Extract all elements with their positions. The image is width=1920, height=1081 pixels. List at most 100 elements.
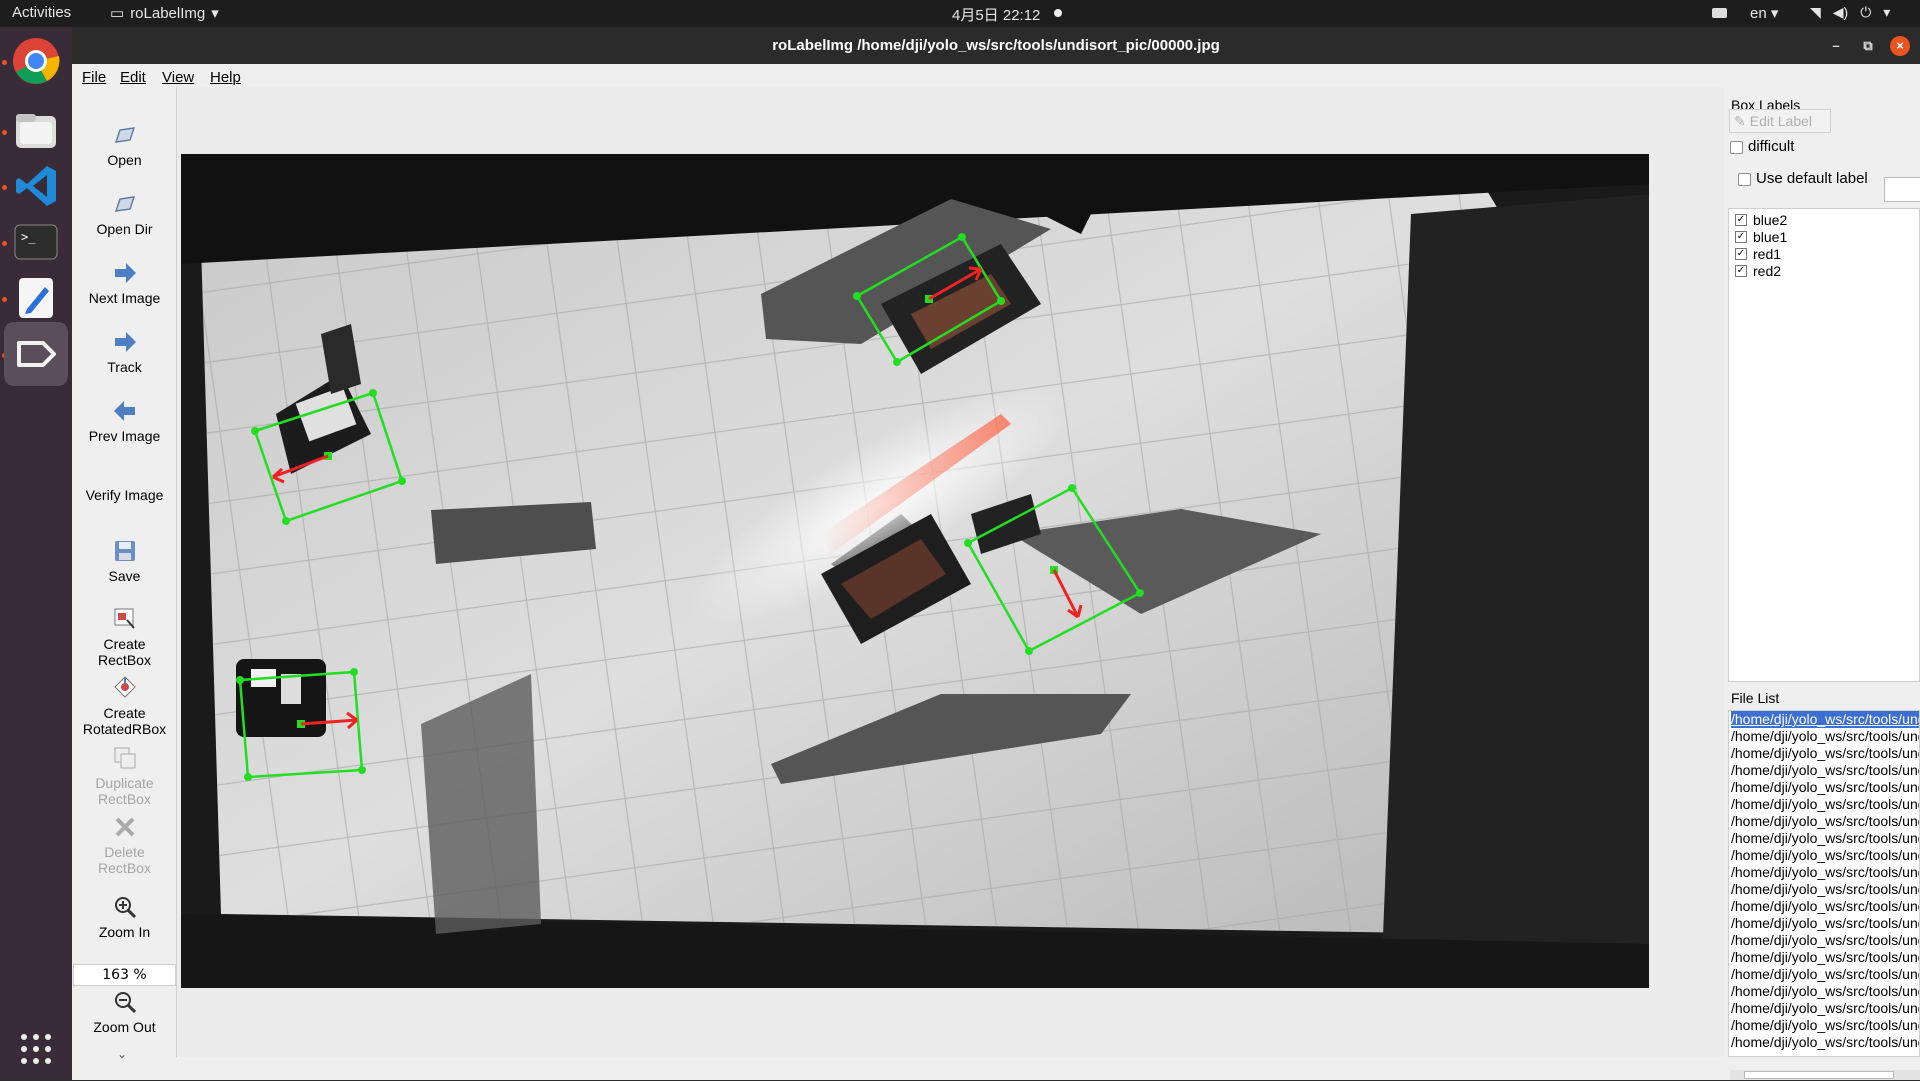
- use-default-label-checkbox[interactable]: [1738, 173, 1751, 186]
- label-item-red1[interactable]: ✓ red1: [1735, 245, 1781, 262]
- create-rectbox-button[interactable]: Create RectBox: [72, 606, 177, 668]
- file-item[interactable]: /home/dji/yolo_ws/src/tools/undiso: [1731, 932, 1919, 949]
- right-wall: [1381, 194, 1649, 988]
- label-item-red2[interactable]: ✓ red2: [1735, 262, 1781, 279]
- file-item[interactable]: /home/dji/yolo_ws/src/tools/undiso: [1731, 762, 1919, 779]
- zoom-in-button[interactable]: Zoom In: [72, 894, 177, 940]
- terminal-icon: >_: [14, 224, 58, 260]
- volume-icon: ◀): [1832, 4, 1849, 20]
- create-rotated-rbox-icon: [113, 676, 136, 698]
- file-item[interactable]: /home/dji/yolo_ws/src/tools/undiso: [1731, 745, 1919, 762]
- clock[interactable]: 4月5日 22:12: [952, 4, 1040, 25]
- app-menu[interactable]: ▭ roLabelImg ▾: [110, 4, 219, 23]
- label-checkbox-checked[interactable]: ✓: [1735, 230, 1747, 243]
- file-item[interactable]: /home/dji/yolo_ws/src/tools/undiso: [1731, 847, 1919, 864]
- zoom-level-spinbox[interactable]: 163 %: [73, 964, 176, 986]
- default-label-input[interactable]: [1884, 177, 1920, 202]
- notification-dot-icon: [1054, 9, 1062, 17]
- duplicate-label-2: RectBox: [98, 791, 151, 807]
- file-item[interactable]: /home/dji/yolo_ws/src/tools/undiso: [1731, 1017, 1919, 1034]
- files-icon: [16, 114, 56, 148]
- system-menu[interactable]: ◥ ◀) ⏻ ▾: [1810, 4, 1890, 21]
- arena-photo[interactable]: [181, 154, 1649, 988]
- maximize-button[interactable]: ⧉: [1858, 36, 1878, 56]
- dock-vscode[interactable]: [4, 154, 68, 218]
- dock-terminal[interactable]: >_: [4, 210, 68, 274]
- label-checkbox-checked[interactable]: ✓: [1735, 247, 1747, 260]
- image-canvas[interactable]: [178, 87, 1724, 1057]
- save-label: Save: [108, 568, 141, 584]
- label-checkbox-checked[interactable]: ✓: [1735, 264, 1747, 277]
- menu-edit[interactable]: Edit: [120, 69, 146, 86]
- floppy-disk-icon: [114, 541, 135, 561]
- menu-view[interactable]: View: [162, 69, 194, 86]
- menu-help[interactable]: Help: [210, 69, 241, 86]
- close-button[interactable]: ×: [1890, 36, 1910, 56]
- delete-label-2: RectBox: [98, 860, 151, 876]
- title-bar[interactable]: roLabelImg /home/dji/yolo_ws/src/tools/u…: [72, 27, 1920, 64]
- dock-chrome[interactable]: [4, 29, 68, 93]
- menu-file[interactable]: File: [82, 69, 106, 86]
- dock-text-editor[interactable]: [4, 266, 68, 330]
- delete-rectbox-button[interactable]: Delete RectBox: [72, 814, 177, 876]
- open-button[interactable]: Open: [72, 122, 177, 168]
- svg-text:>_: >_: [21, 230, 36, 244]
- system-top-bar: Activities ▭ roLabelImg ▾ 4月5日 22:12 en …: [0, 0, 1920, 27]
- file-item[interactable]: /home/dji/yolo_ws/src/tools/undiso: [1731, 1000, 1919, 1017]
- keyboard-icon[interactable]: [1712, 8, 1727, 18]
- scrollbar-thumb[interactable]: [1744, 1071, 1894, 1079]
- verify-image-button[interactable]: Verify Image: [72, 487, 177, 503]
- track-label: Track: [107, 359, 142, 375]
- labels-list[interactable]: ✓ blue2 ✓ blue1 ✓ red1 ✓ red2: [1728, 208, 1920, 682]
- robot-bottom-left: [236, 659, 326, 737]
- file-item[interactable]: /home/dji/yolo_ws/src/tools/undiso: [1731, 949, 1919, 966]
- file-item[interactable]: /home/dji/yolo_ws/src/tools/undiso: [1731, 830, 1919, 847]
- create-rectbox-icon: [114, 608, 135, 629]
- file-item[interactable]: /home/dji/yolo_ws/src/tools/undiso: [1731, 898, 1919, 915]
- edit-icon: ✎: [1734, 112, 1746, 129]
- file-item[interactable]: /home/dji/yolo_ws/src/tools/undiso: [1731, 728, 1919, 745]
- zoom-out-button[interactable]: Zoom Out: [72, 989, 177, 1035]
- minimize-button[interactable]: –: [1826, 36, 1846, 56]
- file-item[interactable]: /home/dji/yolo_ws/src/tools/undiso: [1731, 966, 1919, 983]
- label-item-blue2[interactable]: ✓ blue2: [1735, 211, 1787, 228]
- label-item-blue1[interactable]: ✓ blue1: [1735, 228, 1787, 245]
- prev-image-label: Prev Image: [88, 428, 161, 444]
- track-button[interactable]: Track: [72, 329, 177, 375]
- create-rotated-rbox-button[interactable]: Create RotatedRBox: [72, 675, 177, 737]
- open-dir-button[interactable]: Open Dir: [72, 191, 177, 237]
- language-indicator[interactable]: en ▾: [1750, 4, 1778, 22]
- save-button[interactable]: Save: [72, 538, 177, 584]
- file-list[interactable]: /home/dji/yolo_ws/src/tools/undiso /home…: [1728, 710, 1920, 1057]
- zoom-out-label: Zoom Out: [93, 1019, 156, 1035]
- next-image-button[interactable]: Next Image: [72, 260, 177, 306]
- activities-button[interactable]: Activities: [12, 4, 71, 21]
- file-list-horizontal-scrollbar[interactable]: [1730, 1070, 1920, 1080]
- file-item[interactable]: /home/dji/yolo_ws/src/tools/undiso: [1731, 983, 1919, 1000]
- arrow-right-icon: [114, 332, 136, 352]
- wifi-icon: ◥: [1810, 4, 1821, 20]
- difficult-checkbox[interactable]: [1730, 141, 1743, 154]
- power-icon: ⏻: [1860, 4, 1872, 20]
- file-item[interactable]: /home/dji/yolo_ws/src/tools/undiso: [1731, 779, 1919, 796]
- file-item[interactable]: /home/dji/yolo_ws/src/tools/undiso: [1731, 1034, 1919, 1051]
- window-title: roLabelImg /home/dji/yolo_ws/src/tools/u…: [772, 37, 1220, 54]
- file-item[interactable]: /home/dji/yolo_ws/src/tools/undiso: [1731, 915, 1919, 932]
- dock-rolabelimg[interactable]: [4, 322, 68, 386]
- app-menu-icon: ▭: [110, 5, 125, 22]
- file-item[interactable]: /home/dji/yolo_ws/src/tools/undiso: [1731, 813, 1919, 830]
- zoom-in-label: Zoom In: [98, 924, 151, 940]
- file-item[interactable]: /home/dji/yolo_ws/src/tools/undiso: [1731, 881, 1919, 898]
- file-item[interactable]: /home/dji/yolo_ws/src/tools/undiso: [1731, 796, 1919, 813]
- prev-image-button[interactable]: Prev Image: [72, 398, 177, 444]
- right-dock: Box Labels ✎ Edit Label difficult Use de…: [1724, 87, 1920, 1057]
- show-applications-button[interactable]: [4, 1017, 68, 1081]
- edit-label-button[interactable]: ✎ Edit Label: [1729, 109, 1831, 133]
- tool-bar: Open Open Dir Next Image Track Prev Imag…: [72, 87, 177, 1061]
- file-item[interactable]: /home/dji/yolo_ws/src/tools/undiso: [1731, 711, 1919, 728]
- toolbar-extension-chevron-icon[interactable]: ⌄: [117, 1047, 127, 1061]
- app-menu-label: roLabelImg: [130, 4, 206, 22]
- duplicate-rectbox-button[interactable]: Duplicate RectBox: [72, 745, 177, 807]
- label-checkbox-checked[interactable]: ✓: [1735, 213, 1747, 226]
- file-item[interactable]: /home/dji/yolo_ws/src/tools/undiso: [1731, 864, 1919, 881]
